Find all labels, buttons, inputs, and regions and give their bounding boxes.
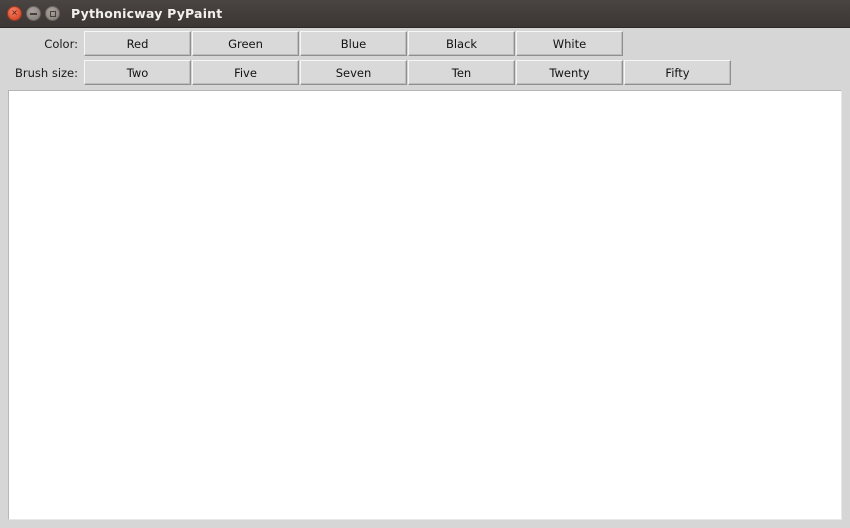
window-title: Pythonicway PyPaint [71, 6, 223, 21]
color-button-red[interactable]: Red [84, 31, 191, 56]
title-bar: ✕ Pythonicway PyPaint [0, 0, 850, 28]
color-row: Color: Red Green Blue Black White [0, 29, 850, 58]
color-button-black[interactable]: Black [408, 31, 515, 56]
maximize-glyph [49, 10, 56, 17]
minimize-glyph [30, 12, 37, 15]
brush-button-fifty[interactable]: Fifty [624, 60, 731, 85]
brush-button-seven[interactable]: Seven [300, 60, 407, 85]
brush-size-row: Brush size: Two Five Seven Ten Twenty Fi… [0, 58, 850, 87]
brush-button-ten[interactable]: Ten [408, 60, 515, 85]
maximize-icon[interactable] [45, 6, 60, 21]
application-window: ✕ Pythonicway PyPaint Color: Red Green B… [0, 0, 850, 528]
color-button-green[interactable]: Green [192, 31, 299, 56]
brush-button-twenty[interactable]: Twenty [516, 60, 623, 85]
window-controls: ✕ [7, 6, 60, 21]
color-button-white[interactable]: White [516, 31, 623, 56]
toolbar: Color: Red Green Blue Black White Brush … [0, 28, 850, 88]
close-icon[interactable]: ✕ [7, 6, 22, 21]
brush-button-two[interactable]: Two [84, 60, 191, 85]
minimize-icon[interactable] [26, 6, 41, 21]
canvas-surface[interactable] [9, 91, 841, 519]
drawing-canvas[interactable] [8, 90, 842, 520]
color-row-label: Color: [44, 36, 78, 51]
brush-button-five[interactable]: Five [192, 60, 299, 85]
close-glyph: ✕ [11, 8, 18, 17]
color-button-blue[interactable]: Blue [300, 31, 407, 56]
brush-size-row-label: Brush size: [14, 65, 78, 80]
